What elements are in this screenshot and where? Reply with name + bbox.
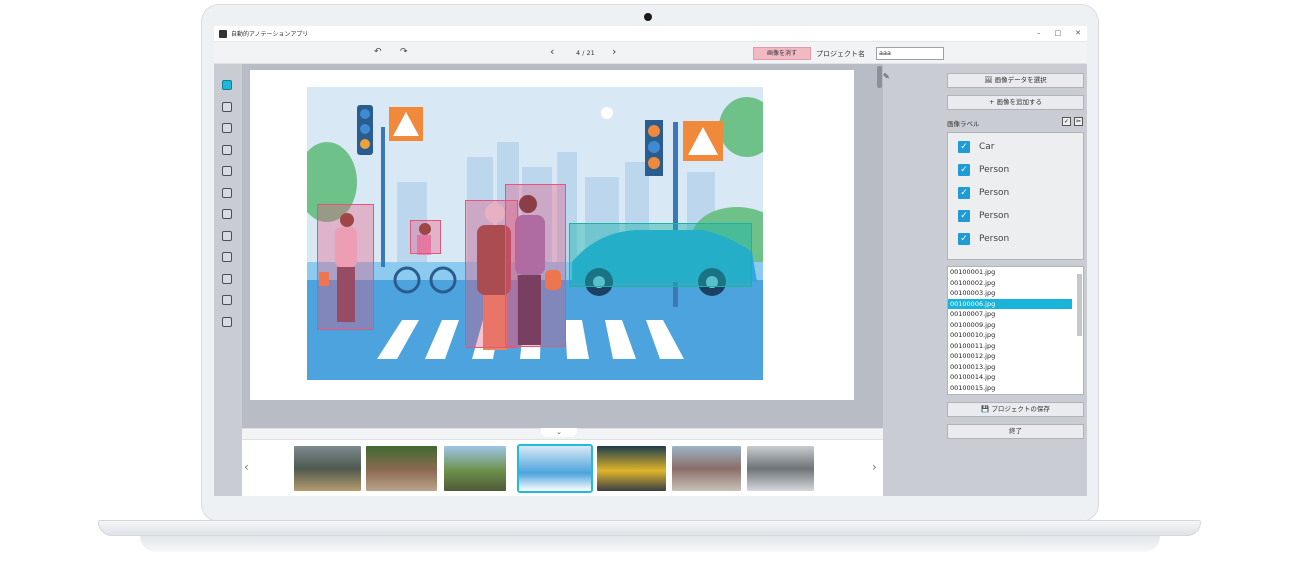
file-item[interactable]: 00100007.jpg [948, 309, 1072, 320]
canvas-scrollbar[interactable] [877, 66, 882, 88]
thumbnail-5[interactable] [597, 446, 666, 491]
maximize-icon[interactable]: □ [1055, 29, 1062, 37]
prev-image-icon[interactable]: ‹ [550, 45, 554, 58]
window-title: 自動的アノテーションアプリ [231, 31, 309, 38]
laptop-base [98, 520, 1201, 536]
annotated-image[interactable] [307, 87, 763, 380]
thumbnail-4-selected[interactable] [517, 444, 593, 493]
file-item[interactable]: 00100011.jpg [948, 341, 1072, 352]
label-list: ✓ Car ✓ Person ✓ Person ✓ Person ✓ Person [947, 132, 1084, 260]
file-item[interactable]: 00100015.jpg [948, 383, 1072, 394]
layers-icon[interactable] [222, 273, 232, 284]
collapse-filmstrip-icon[interactable]: ⌄ [541, 428, 577, 437]
file-item[interactable]: 00100003.jpg [948, 288, 1072, 299]
pencil-icon[interactable]: ✎ [883, 72, 890, 81]
file-item-selected[interactable]: 00100006.jpg [948, 298, 1072, 309]
tool-column [222, 80, 234, 338]
laptop-base-shadow [140, 536, 1160, 552]
delete-icon[interactable] [222, 209, 232, 219]
window-controls: – □ ✕ [1037, 29, 1081, 37]
label-item[interactable]: ✓ Person [958, 163, 1009, 177]
checkbox-icon[interactable]: ✓ [958, 164, 970, 176]
label-item[interactable]: ✓ Car [958, 140, 995, 154]
next-image-icon[interactable]: › [612, 45, 616, 58]
select-tool-icon[interactable] [222, 80, 232, 90]
add-image-button[interactable]: + 画像を追加する [947, 95, 1084, 110]
label-item[interactable]: ✓ Person [958, 209, 1009, 223]
file-list-scrollbar[interactable] [1077, 274, 1082, 336]
undo-icon[interactable]: ↶ [374, 47, 382, 57]
filmstrip-prev-icon[interactable]: ‹ [244, 460, 249, 474]
file-item[interactable]: 00100001.jpg [948, 267, 1072, 278]
close-icon[interactable]: ✕ [1075, 29, 1081, 37]
file-item[interactable]: 00100012.jpg [948, 351, 1072, 362]
copy-icon[interactable] [222, 187, 232, 198]
toolbar: ↶ ↷ ‹ 4 / 21 › 画像を消す プロジェクト名 aaa [214, 42, 1087, 64]
zoom-out-icon[interactable] [222, 166, 232, 176]
list-icon[interactable] [222, 295, 232, 305]
bbox-person-1[interactable] [317, 204, 374, 330]
file-item[interactable]: 00100013.jpg [948, 362, 1072, 373]
file-item[interactable]: 00100009.jpg [948, 320, 1072, 331]
webcam [644, 13, 652, 21]
scissors-icon[interactable]: ✂ [1074, 117, 1083, 126]
thumbnail-2[interactable] [366, 446, 437, 491]
checkbox-icon[interactable]: ✓ [958, 233, 970, 245]
app-window: 自動的アノテーションアプリ – □ ✕ ↶ ↷ ‹ 4 / 21 › 画像を消す… [214, 26, 1087, 496]
zoom-in-icon[interactable] [222, 144, 232, 155]
exit-button[interactable]: 終了 [947, 424, 1084, 439]
thumbnail-6[interactable] [672, 446, 741, 491]
check-all-icon[interactable]: ✓ [1062, 117, 1071, 126]
bbox-car[interactable] [569, 223, 752, 287]
file-list[interactable]: 00100001.jpg 00100002.jpg 00100003.jpg 0… [947, 266, 1084, 395]
checkbox-icon[interactable]: ✓ [958, 141, 970, 153]
page-indicator: 4 / 21 [576, 49, 595, 57]
video-icon[interactable] [222, 230, 232, 241]
delete-image-button[interactable]: 画像を消す [753, 47, 811, 60]
project-name-input[interactable]: aaa [876, 47, 944, 60]
crop-tool-icon[interactable] [222, 123, 232, 133]
file-item[interactable]: 00100002.jpg [948, 278, 1072, 289]
label-item[interactable]: ✓ Person [958, 232, 1009, 246]
labels-title: 画像ラベル [947, 120, 980, 128]
save-project-button[interactable]: 💾 プロジェクトの保存 [947, 402, 1084, 417]
title-bar: 自動的アノテーションアプリ – □ ✕ [214, 26, 1087, 42]
label-item[interactable]: ✓ Person [958, 186, 1009, 200]
checkbox-icon[interactable]: ✓ [958, 210, 970, 222]
redo-icon[interactable]: ↷ [400, 47, 408, 57]
bbox-person-2[interactable] [410, 220, 441, 254]
minimize-icon[interactable]: – [1037, 29, 1041, 37]
thumbnail-7[interactable] [747, 446, 814, 491]
grid-icon[interactable] [222, 252, 232, 262]
polygon-tool-icon[interactable] [222, 101, 232, 112]
project-name-label: プロジェクト名 [816, 50, 865, 58]
select-images-button[interactable]: 🖼 画像データを選択 [947, 73, 1084, 88]
checkbox-icon[interactable]: ✓ [958, 187, 970, 199]
laptop-mockup: 自動的アノテーションアプリ – □ ✕ ↶ ↷ ‹ 4 / 21 › 画像を消す… [0, 0, 1299, 562]
filmstrip-next-icon[interactable]: › [872, 460, 877, 474]
filmstrip: ‹ › [242, 439, 883, 496]
bbox-person-4[interactable] [505, 184, 566, 347]
file-item[interactable]: 00100014.jpg [948, 372, 1072, 383]
file-item[interactable]: 00100010.jpg [948, 330, 1072, 341]
app-icon [219, 29, 227, 38]
thumbnail-3[interactable] [444, 446, 506, 491]
frame-icon[interactable] [222, 316, 232, 327]
thumbnail-1[interactable] [294, 446, 361, 491]
